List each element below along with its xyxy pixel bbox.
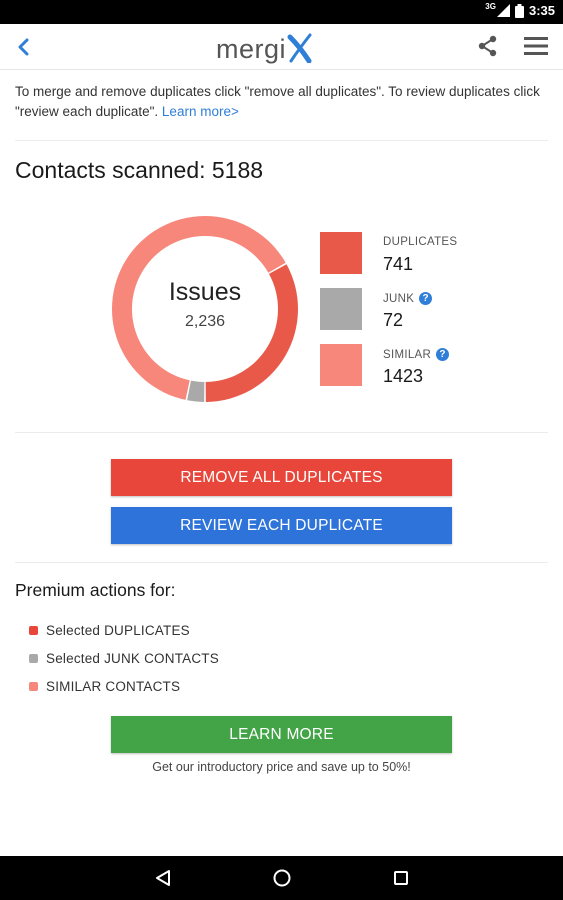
network-type: 3G xyxy=(485,2,496,11)
similar-swatch xyxy=(320,344,362,386)
legend-value: 72 xyxy=(383,310,404,330)
legend-value: 741 xyxy=(383,254,414,274)
premium-item: Selected JUNK CONTACTS xyxy=(29,644,219,672)
share-button[interactable] xyxy=(472,30,504,62)
premium-item-label: Selected DUPLICATES xyxy=(46,622,190,638)
learn-more-link[interactable]: Learn more> xyxy=(162,104,239,119)
logo-x-mark xyxy=(287,33,312,63)
premium-item-label: Selected JUNK CONTACTS xyxy=(46,650,219,666)
menu-icon xyxy=(524,37,548,55)
status-bar: 3G 3:35 xyxy=(0,0,563,24)
mergix-logo: mergi xyxy=(216,31,313,63)
status-time: 3:35 xyxy=(528,3,555,18)
remove-all-duplicates-button[interactable]: REMOVE ALL DUPLICATES xyxy=(111,459,452,496)
menu-button[interactable] xyxy=(519,30,553,62)
premium-item: Selected DUPLICATES xyxy=(29,616,219,644)
learn-more-button[interactable]: LEARN MORE xyxy=(111,716,452,753)
help-icon[interactable]: ? xyxy=(419,292,433,305)
legend-value: 1423 xyxy=(383,366,424,386)
nav-back-icon xyxy=(156,870,170,886)
legend-label: SIMILAR? xyxy=(383,348,450,361)
premium-bullet xyxy=(29,653,38,663)
nav-recents-icon xyxy=(394,871,408,885)
legend-label-text: JUNK xyxy=(383,292,415,305)
nav-recents-button[interactable] xyxy=(381,864,421,892)
divider xyxy=(15,432,548,433)
back-arrow-icon xyxy=(18,38,29,56)
premium-bullet xyxy=(29,625,38,635)
status-icons: 3G 3:35 xyxy=(485,2,555,18)
app-bar: mergi xyxy=(0,24,563,70)
battery-icon xyxy=(514,3,524,18)
issues-donut-chart: Issues 2,236 xyxy=(110,214,300,404)
intro-text: To merge and remove duplicates click "re… xyxy=(15,82,545,122)
nav-back-button[interactable] xyxy=(143,864,183,892)
duplicates-swatch xyxy=(320,232,362,274)
legend-junk: JUNK? 72 xyxy=(320,288,520,332)
legend-label-text: DUPLICATES xyxy=(383,236,458,248)
intro-body: To merge and remove duplicates click "re… xyxy=(15,84,540,119)
signal-icon xyxy=(496,4,510,17)
nav-home-icon xyxy=(273,869,291,887)
legend-label: DUPLICATES xyxy=(383,236,457,248)
divider xyxy=(15,562,548,563)
promo-text: Get our introductory price and save up t… xyxy=(152,760,411,774)
logo-text: mergi xyxy=(216,34,287,64)
share-icon xyxy=(478,35,497,57)
premium-item-label: SIMILAR CONTACTS xyxy=(46,678,181,694)
legend-duplicates: DUPLICATES 741 xyxy=(320,232,520,276)
contacts-scanned-heading: Contacts scanned: 5188 xyxy=(15,157,264,183)
legend-label: JUNK? xyxy=(383,292,433,305)
legend-label-text: SIMILAR xyxy=(383,348,432,361)
legend-similar: SIMILAR? 1423 xyxy=(320,344,520,388)
issues-title: Issues xyxy=(168,277,242,306)
back-button[interactable] xyxy=(6,30,40,64)
issues-count: 2,236 xyxy=(184,312,226,330)
nav-home-button[interactable] xyxy=(262,864,302,892)
premium-list: Selected DUPLICATES Selected JUNK CONTAC… xyxy=(29,616,219,700)
premium-bullet xyxy=(29,681,38,691)
premium-title: Premium actions for: xyxy=(15,580,176,600)
navigation-bar xyxy=(0,856,563,900)
premium-item: SIMILAR CONTACTS xyxy=(29,672,219,700)
review-each-duplicate-button[interactable]: REVIEW EACH DUPLICATE xyxy=(111,507,452,544)
help-icon[interactable]: ? xyxy=(436,348,450,361)
divider xyxy=(15,140,548,141)
donut-center: Issues 2,236 xyxy=(110,214,300,404)
junk-swatch xyxy=(320,288,362,330)
